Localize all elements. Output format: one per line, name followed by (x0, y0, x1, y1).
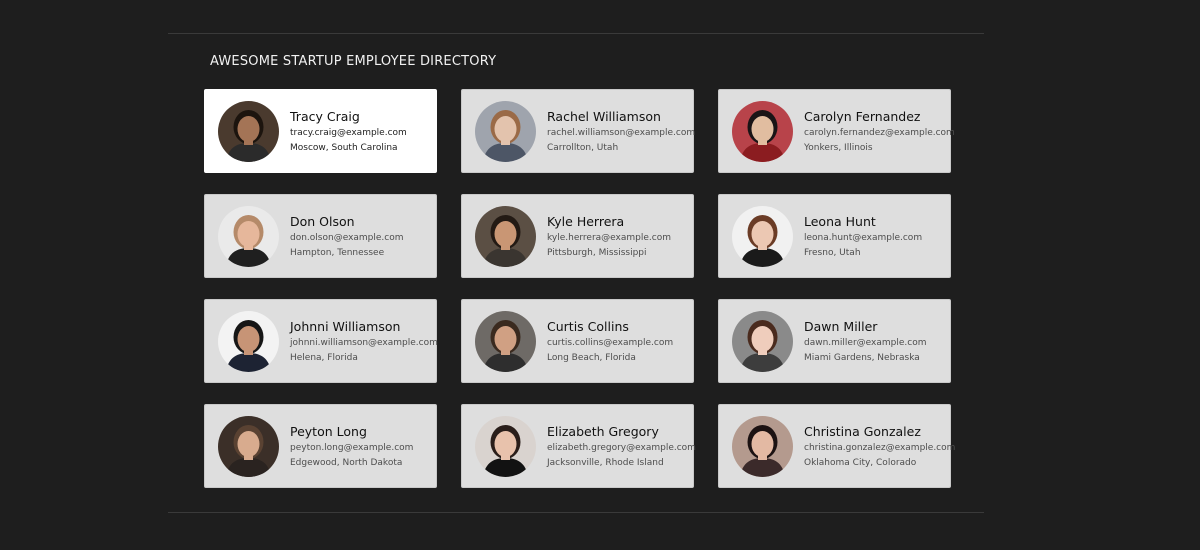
bottom-divider (168, 512, 984, 513)
employee-name: Tracy Craig (290, 109, 360, 124)
employee-location: Carrollton, Utah (547, 143, 619, 153)
employee-email: christina.gonzalez@example.com (804, 443, 956, 453)
employee-email: leona.hunt@example.com (804, 233, 923, 243)
employee-avatar (732, 205, 793, 267)
employee-email: elizabeth.gregory@example.com (547, 443, 696, 453)
employee-avatar (475, 100, 536, 162)
employee-location: Miami Gardens, Nebraska (804, 353, 920, 363)
employee-card[interactable]: Christina Gonzalez christina.gonzalez@ex… (718, 404, 955, 488)
employee-location: Long Beach, Florida (547, 353, 636, 363)
employee-card[interactable]: Rachel Williamson rachel.williamson@exam… (461, 89, 696, 173)
employee-card[interactable]: Carolyn Fernandez carolyn.fernandez@exam… (718, 89, 955, 173)
employee-card[interactable]: Elizabeth Gregory elizabeth.gregory@exam… (461, 404, 696, 488)
employee-avatar (218, 100, 279, 162)
employee-name: Dawn Miller (804, 319, 878, 334)
employee-location: Jacksonville, Rhode Island (547, 458, 664, 468)
employee-name: Rachel Williamson (547, 109, 661, 124)
employee-location: Oklahoma City, Colorado (804, 458, 917, 468)
employee-name: Leona Hunt (804, 214, 876, 229)
employee-card[interactable]: Johnni Williamson johnni.williamson@exam… (204, 299, 438, 383)
employee-email: curtis.collins@example.com (547, 338, 674, 348)
employee-card[interactable]: Tracy Craig tracy.craig@example.com Mosc… (204, 89, 437, 173)
employee-card[interactable]: Dawn Miller dawn.miller@example.com Miam… (718, 299, 951, 383)
employee-avatar (732, 310, 793, 372)
employee-email: johnni.williamson@example.com (290, 338, 438, 348)
employee-location: Hampton, Tennessee (290, 248, 385, 258)
employee-name: Curtis Collins (547, 319, 629, 334)
employee-card[interactable]: Peyton Long peyton.long@example.com Edge… (204, 404, 437, 488)
employee-email: dawn.miller@example.com (804, 338, 927, 348)
employee-location: Helena, Florida (290, 353, 358, 363)
employee-avatar (475, 205, 536, 267)
top-divider (168, 33, 984, 34)
employee-email: rachel.williamson@example.com (547, 128, 696, 138)
employee-location: Edgewood, North Dakota (290, 458, 403, 468)
employee-card[interactable]: Curtis Collins curtis.collins@example.co… (461, 299, 694, 383)
employee-avatar (218, 415, 279, 477)
employee-name: Christina Gonzalez (804, 424, 921, 439)
employee-location: Moscow, South Carolina (290, 143, 398, 153)
employee-avatar (475, 415, 536, 477)
employee-email: carolyn.fernandez@example.com (804, 128, 955, 138)
employee-email: tracy.craig@example.com (290, 128, 407, 138)
employee-avatar (218, 310, 279, 372)
employee-email: peyton.long@example.com (290, 443, 414, 453)
employee-name: Kyle Herrera (547, 214, 625, 229)
employee-name: Elizabeth Gregory (547, 424, 659, 439)
employee-email: kyle.herrera@example.com (547, 233, 671, 243)
page-title: AWESOME STARTUP EMPLOYEE DIRECTORY (210, 54, 497, 69)
employee-name: Peyton Long (290, 424, 367, 439)
employee-location: Fresno, Utah (804, 248, 861, 258)
employee-email: don.olson@example.com (290, 233, 404, 243)
employee-avatar (218, 205, 279, 267)
employee-card[interactable]: Kyle Herrera kyle.herrera@example.com Pi… (461, 194, 694, 278)
employee-avatar (475, 310, 536, 372)
employee-location: Pittsburgh, Mississippi (547, 248, 647, 258)
employee-card[interactable]: Don Olson don.olson@example.com Hampton,… (204, 194, 437, 278)
employee-name: Carolyn Fernandez (804, 109, 921, 124)
employee-card[interactable]: Leona Hunt leona.hunt@example.com Fresno… (718, 194, 951, 278)
employee-avatar (732, 100, 793, 162)
employee-grid: Tracy Craig tracy.craig@example.com Mosc… (204, 89, 955, 488)
employee-avatar (732, 415, 793, 477)
employee-location: Yonkers, Illinois (804, 143, 873, 153)
employee-name: Don Olson (290, 214, 355, 229)
employee-name: Johnni Williamson (290, 319, 401, 334)
